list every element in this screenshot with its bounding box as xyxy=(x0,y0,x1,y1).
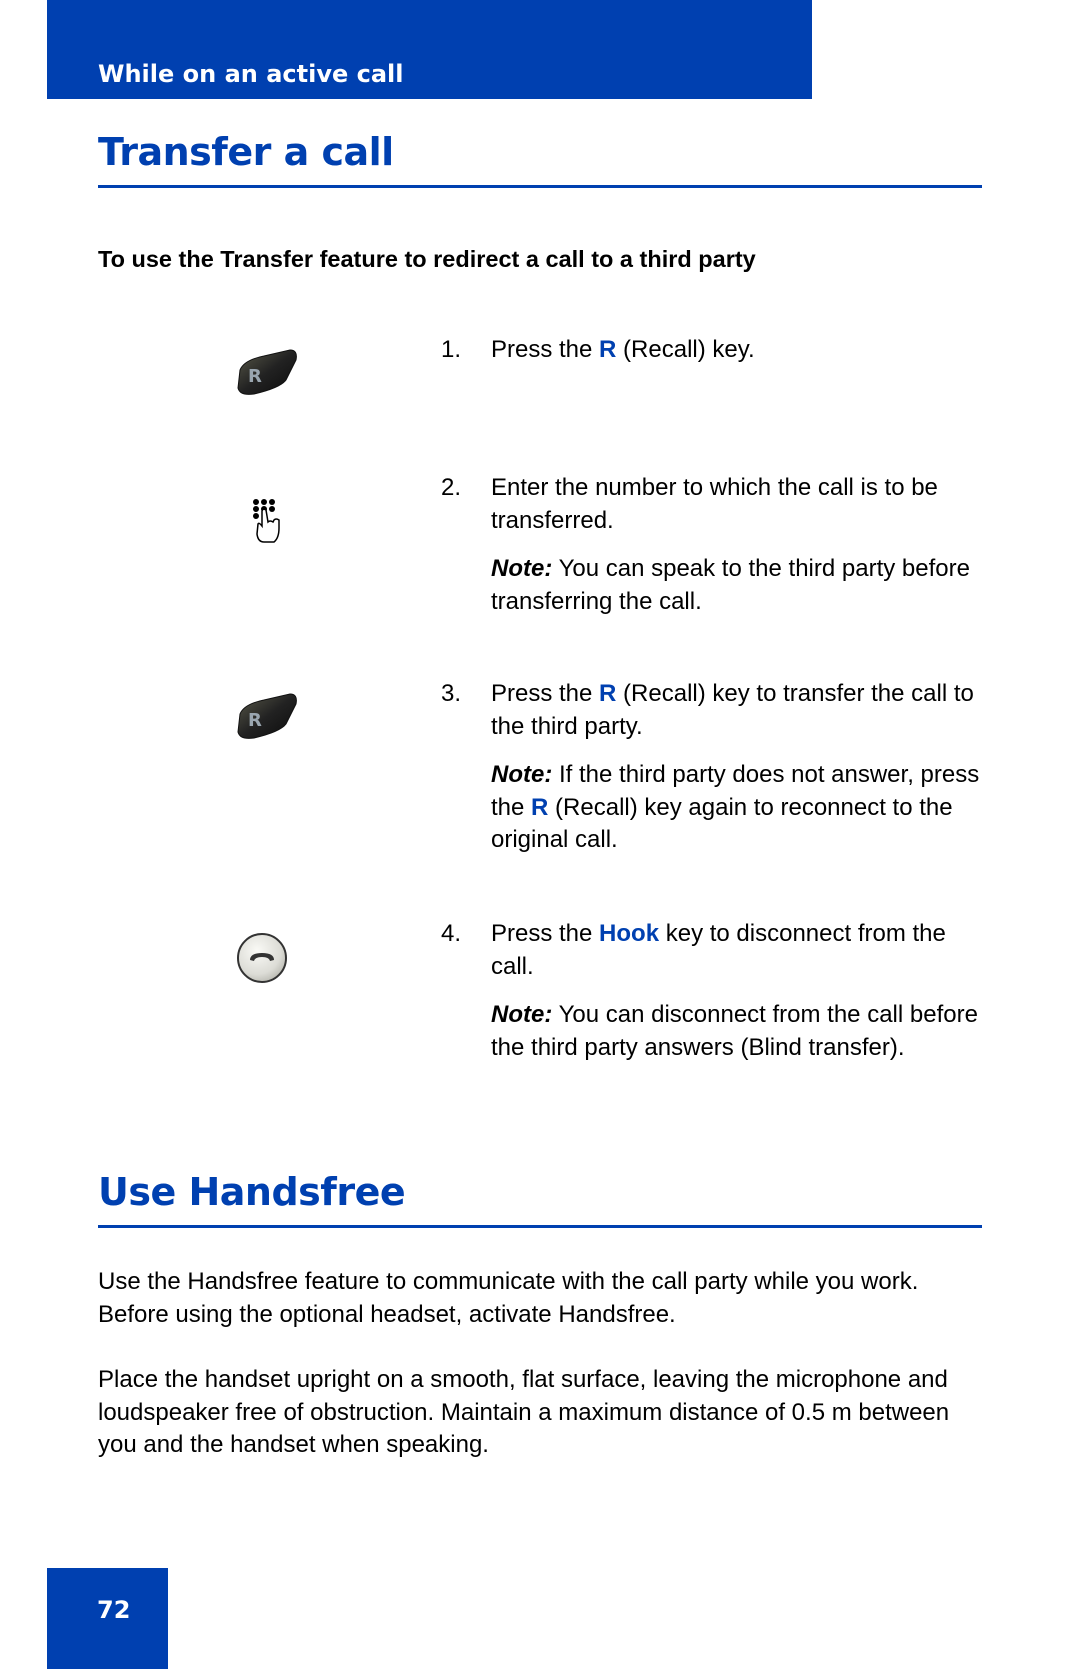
recall-key-label: R xyxy=(599,680,617,707)
note-label: Note: xyxy=(491,761,553,788)
note-text: (Recall) key again to reconnect to the o… xyxy=(491,793,953,854)
section-rule xyxy=(98,185,982,188)
hook-key-label: Hook xyxy=(599,920,660,947)
section-title-handsfree: Use Handsfree xyxy=(98,1170,406,1214)
step-number: 3. xyxy=(441,680,462,707)
recall-key-label: R xyxy=(599,336,617,363)
procedure-subheading: To use the Transfer feature to redirect … xyxy=(98,246,756,272)
note-text: You can speak to the third party before … xyxy=(491,555,970,615)
note-label: Note: xyxy=(491,1001,553,1028)
svg-text:R: R xyxy=(248,710,262,731)
step-number: 1. xyxy=(441,336,462,363)
note-label: Note: xyxy=(491,555,553,582)
note-text: You can disconnect from the call before … xyxy=(491,1001,978,1061)
section-rule xyxy=(98,1225,982,1228)
svg-text:R: R xyxy=(248,366,262,387)
recall-key-icon: R xyxy=(234,348,300,405)
recall-key-icon: R xyxy=(234,692,300,749)
step-number: 2. xyxy=(441,474,462,501)
handsfree-paragraph: Use the Handsfree feature to communicate… xyxy=(98,1268,919,1328)
step-1: 1. Press the R (Recall) key. xyxy=(441,334,981,367)
step-note: Note: You can disconnect from the call b… xyxy=(491,999,981,1064)
section-title-transfer: Transfer a call xyxy=(98,130,394,174)
step-2: 2. Enter the number to which the call is… xyxy=(441,472,981,618)
chapter-header-title: While on an active call xyxy=(98,60,404,88)
handsfree-paragraph: Place the handset upright on a smooth, f… xyxy=(98,1366,950,1458)
page-number-box: 72 xyxy=(47,1568,168,1669)
step-number: 4. xyxy=(441,920,462,947)
step-text: Enter the number to which the call is to… xyxy=(491,474,938,534)
step-text: Press the xyxy=(491,336,600,363)
hook-key-icon xyxy=(236,932,288,989)
step-note: Note: You can speak to the third party b… xyxy=(491,553,981,618)
page-number: 72 xyxy=(97,1596,131,1624)
step-3: 3. Press the R (Recall) key to transfer … xyxy=(441,678,981,857)
step-note: Note: If the third party does not answer… xyxy=(491,759,981,857)
step-text: Press the xyxy=(491,920,600,947)
step-text: Press the xyxy=(491,680,600,707)
dial-keypad-icon xyxy=(252,498,282,549)
recall-key-label: R xyxy=(531,793,549,821)
step-4: 4. Press the Hook key to disconnect from… xyxy=(441,918,981,1064)
step-text: (Recall) key. xyxy=(616,336,755,363)
